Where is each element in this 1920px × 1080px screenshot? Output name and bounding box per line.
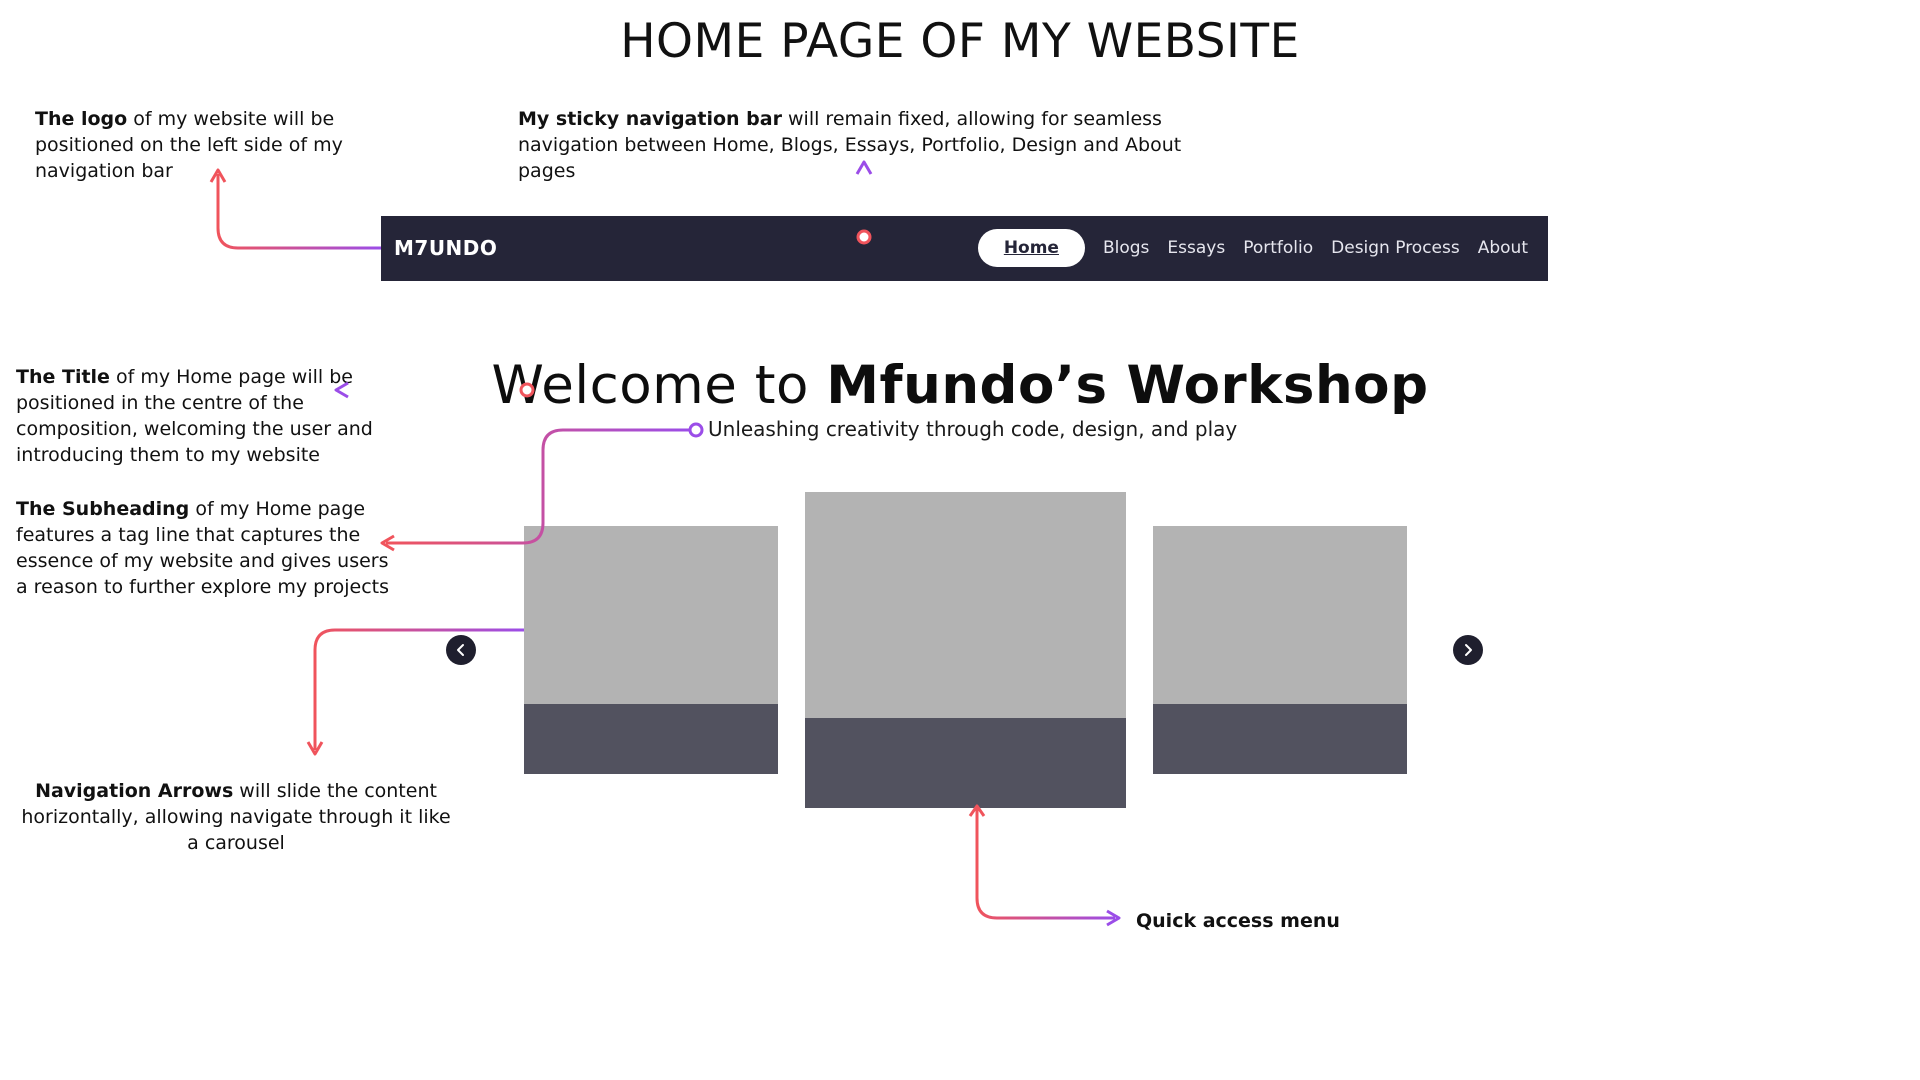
annotation-arrows-heading: Navigation Arrows [35,780,234,802]
anchor-subheading [688,422,704,438]
annotation-subheading: The Subheading of my Home page features … [16,496,396,600]
nav-links: Home Blogs Essays Portfolio Design Proce… [977,229,1528,267]
annotation-arrows: Navigation Arrows will slide the content… [16,778,456,856]
annotation-logo-heading: The logo [35,108,128,130]
quick-access-menu[interactable] [805,718,1126,808]
annotated-wireframe: HOME PAGE OF MY WEBSITE The logo of my w… [0,0,1920,1080]
carousel-card-left[interactable] [524,526,778,774]
arrowhead-arrows [306,741,324,756]
chevron-right-icon [1465,644,1472,656]
nav-link-design-process[interactable]: Design Process [1331,238,1460,258]
nav-link-portfolio[interactable]: Portfolio [1243,238,1313,258]
nav-link-blogs[interactable]: Blogs [1103,238,1149,258]
arrowhead-quick-access [1106,909,1121,927]
annotation-logo: The logo of my website will be positione… [35,106,355,184]
navbar-mockup: M7UNDO Home Blogs Essays Portfolio Desig… [381,216,1548,281]
nav-link-essays[interactable]: Essays [1167,238,1225,258]
hero-subtitle: Unleashing creativity through code, desi… [708,417,1238,441]
hero-title-light: Welcome to [491,355,827,416]
chevron-left-icon [457,644,464,656]
carousel-next-button[interactable] [1453,635,1483,665]
page-title: HOME PAGE OF MY WEBSITE [620,14,1300,69]
connector-logo [216,174,381,250]
annotation-navbar-heading: My sticky navigation bar [518,108,782,130]
logo[interactable]: M7UNDO [394,216,497,281]
carousel-prev-button[interactable] [446,635,476,665]
carousel-card-right[interactable] [1153,526,1407,774]
annotation-quick-access: Quick access menu [1136,910,1340,932]
nav-link-home[interactable]: Home [977,229,1085,267]
nav-link-about[interactable]: About [1478,238,1528,258]
card-footer [1153,704,1407,774]
annotation-subheading-heading: The Subheading [16,498,190,520]
connector-quick-access [975,808,1115,920]
hero-title: Welcome to Mfundo’s Workshop [0,355,1920,416]
carousel-card-center[interactable] [805,492,1126,808]
connector-arrows [313,628,524,750]
annotation-navbar: My sticky navigation bar will remain fix… [518,106,1238,184]
hero-title-bold: Mfundo’s Workshop [826,355,1429,416]
card-footer [524,704,778,774]
